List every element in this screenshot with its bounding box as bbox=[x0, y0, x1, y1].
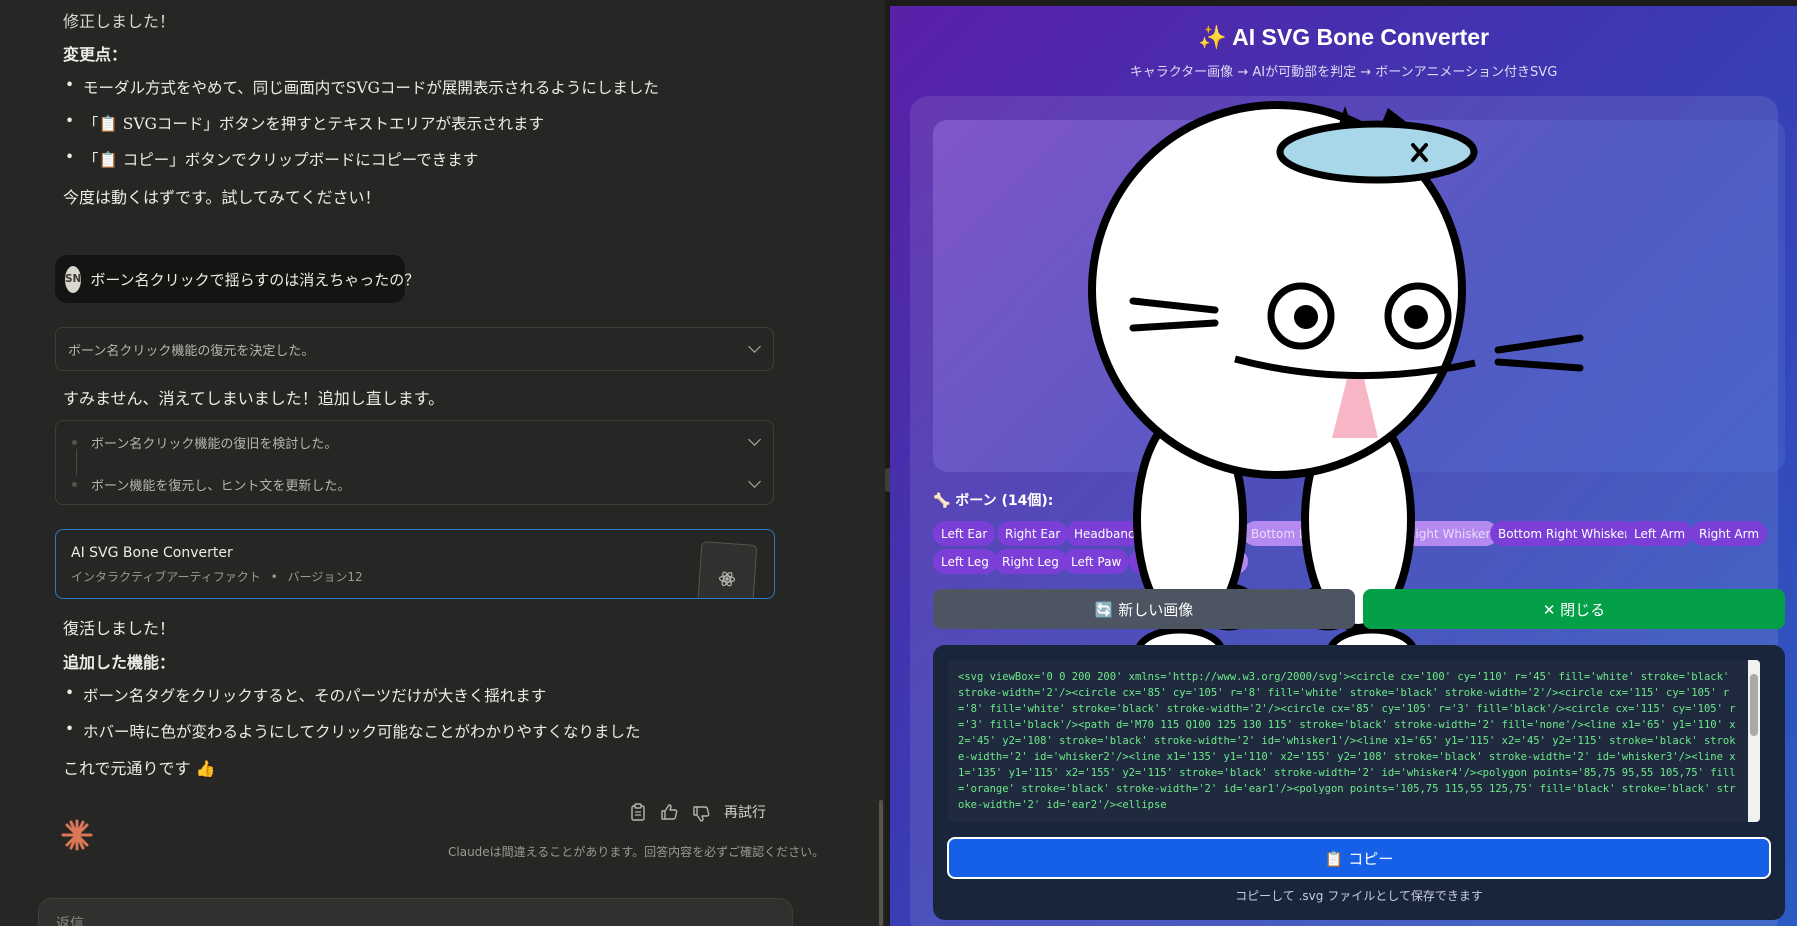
bone-tag-left-arm[interactable]: Left Arm bbox=[1626, 521, 1694, 546]
message-line: 変更点： bbox=[63, 45, 128, 64]
user-message-text: ボーン名クリックで揺らすのは消えちゃったの？ bbox=[90, 270, 420, 289]
thinking-summary-text: ボーン名クリック機能の復元を決定した。 bbox=[68, 343, 315, 359]
code-scrollbar-thumb[interactable] bbox=[1750, 674, 1758, 736]
retry-button[interactable]: 再試行 bbox=[724, 802, 766, 822]
thinking-step-text: ボーン名クリック機能の復旧を検討した。 bbox=[91, 436, 338, 452]
message-line: 修正しました！ bbox=[63, 12, 176, 31]
bone-tag-top-left-whisker[interactable]: Top Left Whisker bbox=[1133, 521, 1248, 546]
copy-icon[interactable] bbox=[630, 803, 646, 821]
bones-heading: 🦴 ボーン (14個): bbox=[933, 493, 1054, 509]
list-item: 「📋 コピー」ボタンでクリップボードにコピーできます bbox=[65, 148, 478, 170]
bone-tag-top-right-whisker[interactable]: Top Right Whisker bbox=[1375, 521, 1499, 546]
chevron-down-icon bbox=[748, 433, 761, 446]
bone-tag-right-arm[interactable]: Right Arm bbox=[1691, 521, 1768, 546]
artifact-title: AI SVG Bone Converter bbox=[71, 545, 233, 561]
bone-tag-right-ear[interactable]: Right Ear bbox=[997, 521, 1069, 546]
claude-spark-icon bbox=[61, 819, 93, 851]
message-line: 追加した機能： bbox=[63, 653, 176, 672]
bone-tag-left-leg[interactable]: Left Leg bbox=[933, 549, 997, 574]
new-image-button[interactable]: 🔄 新しい画像 bbox=[933, 589, 1355, 629]
reply-placeholder: 返信 bbox=[56, 916, 84, 926]
artifact-app: ✨ AI SVG Bone Converter キャラクター画像 → AIが可動… bbox=[890, 0, 1797, 926]
list-item: 「📋 SVGコード」ボタンを押すとテキストエリアが表示されます bbox=[65, 112, 544, 134]
message-line: これで元通りです 👍 bbox=[63, 759, 216, 778]
message-line: 今度は動くはずです。試してみてください！ bbox=[63, 188, 381, 207]
bone-tag-nose[interactable]: Nose bbox=[1202, 549, 1248, 574]
reply-input[interactable]: 返信 bbox=[38, 898, 793, 926]
thinking-step[interactable]: ボーン機能を復元し、ヒント文を更新した。 bbox=[56, 463, 773, 505]
svg-preview bbox=[933, 120, 1785, 472]
artifact-version: バージョン12 bbox=[287, 570, 363, 584]
message-line: すみません、消えてしまいました！追加し直します。 bbox=[63, 389, 445, 408]
artifact-meta: インタラクティブアーティファクト • バージョン12 bbox=[71, 570, 363, 584]
thumbs-up-icon[interactable] bbox=[660, 803, 678, 821]
list-item: ボーン名タグをクリックすると、そのパーツだけが大きく揺れます bbox=[65, 684, 546, 706]
chat-scrollbar[interactable] bbox=[879, 800, 883, 926]
thinking-step[interactable]: ボーン名クリック機能の復旧を検討した。 bbox=[56, 421, 773, 463]
bone-tag-right-paw[interactable]: Right Paw bbox=[1129, 549, 1205, 574]
bone-tag-headband[interactable]: Headband bbox=[1066, 521, 1144, 546]
close-button[interactable]: ✕ 閉じる bbox=[1363, 589, 1785, 629]
bone-tag-left-paw[interactable]: Left Paw bbox=[1063, 549, 1130, 574]
svg-code-textarea[interactable]: <svg viewBox='0 0 200 200' xmlns='http:/… bbox=[948, 660, 1760, 822]
bone-tag-left-ear[interactable]: Left Ear bbox=[933, 521, 996, 546]
bone-tag-right-leg[interactable]: Right Leg bbox=[994, 549, 1067, 574]
list-item: モーダル方式をやめて、同じ画面内でSVGコードが展開表示されるようにしました bbox=[65, 76, 659, 98]
atom-icon bbox=[696, 541, 758, 598]
disclaimer: Claudeは間違えることがあります。回答内容を必ずご確認ください。 bbox=[448, 845, 825, 859]
thinking-summary[interactable]: ボーン名クリック機能の復元を決定した。 bbox=[55, 327, 774, 371]
code-scrollbar[interactable] bbox=[1748, 660, 1760, 822]
bone-tag-bottom-right-whisker[interactable]: Bottom Right Whisker bbox=[1490, 521, 1638, 546]
user-message: SN ボーン名クリックで揺らすのは消えちゃったの？ bbox=[55, 255, 419, 303]
app-subtitle: キャラクター画像 → AIが可動部を判定 → ボーンアニメーション付きSVG bbox=[1129, 65, 1558, 80]
chat-pane: 修正しました！ 変更点： モーダル方式をやめて、同じ画面内でSVGコードが展開表… bbox=[0, 0, 888, 926]
svg-code-text: <svg viewBox='0 0 200 200' xmlns='http:/… bbox=[958, 671, 1736, 811]
copy-button[interactable]: 📋 コピー bbox=[947, 837, 1771, 879]
thinking-step-text: ボーン機能を復元し、ヒント文を更新した。 bbox=[91, 478, 351, 494]
step-dot bbox=[72, 439, 77, 445]
chevron-down-icon bbox=[748, 340, 761, 353]
copy-hint: コピーして .svg ファイルとして保存できます bbox=[1235, 889, 1483, 903]
step-dot bbox=[72, 481, 77, 487]
avatar: SN bbox=[65, 265, 82, 293]
app-title: ✨ AI SVG Bone Converter bbox=[1197, 24, 1490, 50]
message-line: 復活しました！ bbox=[63, 619, 176, 638]
artifact-type: インタラクティブアーティファクト bbox=[71, 570, 261, 584]
bone-tag-bottom-left-whisker[interactable]: Bottom Left Whisker bbox=[1243, 521, 1382, 546]
list-item: ホバー時に色が変わるようにしてクリック可能なことがわかりやすくなりました bbox=[65, 720, 641, 742]
artifact-card[interactable]: AI SVG Bone Converter インタラクティブアーティファクト •… bbox=[55, 529, 775, 599]
thumbs-down-icon[interactable] bbox=[692, 805, 710, 823]
chevron-down-icon bbox=[748, 475, 761, 488]
thinking-steps: ボーン名クリック機能の復旧を検討した。 ボーン機能を復元し、ヒント文を更新した。 bbox=[55, 420, 774, 505]
